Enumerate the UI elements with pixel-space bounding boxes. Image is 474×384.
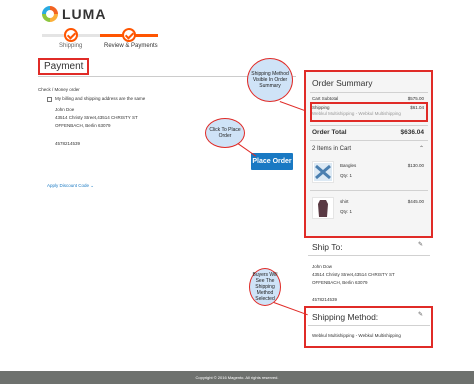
order-total-label: Order Total (312, 129, 347, 136)
edit-pencil-icon[interactable]: ✎ (418, 312, 423, 318)
order-summary-title: Order Summary (312, 78, 373, 88)
same-address-label[interactable]: My billing and shipping address are the … (55, 96, 145, 102)
item-thumbnail-bangles (312, 161, 334, 183)
item-qty: Qty: 1 (340, 173, 353, 178)
total-divider (310, 125, 428, 126)
summary-divider (310, 92, 428, 93)
ship-to-city: OFFENBACH, Berlin 63079 (312, 280, 368, 285)
callout-buyers-see-text: Buyers Will See The Shipping Method Sele… (252, 272, 278, 302)
item-name: shirt (340, 199, 349, 204)
item-name: Bangles (340, 163, 357, 168)
callout-click-place-text: Click To Place Order (209, 127, 241, 139)
payment-method-label[interactable]: Check / Money order (38, 87, 80, 93)
items-count[interactable]: 2 Items in Cart (312, 146, 351, 152)
chevron-up-icon[interactable]: ⌃ (419, 145, 424, 152)
brand-name[interactable]: LUMA (62, 6, 106, 22)
callout-shipping-visible: Shipping Method Visible In Order Summary (247, 58, 293, 102)
ship-to-street: 43514 Christy Street,43514 CHRISTY ST (312, 272, 395, 277)
shipping-method-title: Shipping Method: (312, 312, 379, 322)
place-order-button[interactable]: Place Order (251, 153, 293, 170)
step-shipping-check-icon[interactable] (64, 28, 78, 42)
same-address-checkbox[interactable] (47, 97, 52, 102)
edit-pencil-icon[interactable]: ✎ (418, 242, 423, 248)
luma-logo-icon[interactable] (42, 6, 58, 22)
shipping-value: $61.04 (410, 105, 424, 110)
item-divider (310, 190, 428, 191)
chevron-down-icon[interactable]: ⌄ (90, 183, 94, 188)
shipping-detail: Webkul Multishipping - Webkul Multishipp… (312, 111, 401, 116)
callout-pointer-method (273, 302, 308, 316)
billing-street: 43514 Christy Street,43514 CHRISTY ST (55, 115, 138, 120)
step-review-check-icon (122, 28, 136, 42)
copyright-text: Copyright © 2016 Magento. All rights res… (195, 375, 279, 380)
shipping-method-divider (308, 325, 430, 326)
cart-subtotal-label: Cart Subtotal (312, 96, 339, 101)
shirt-image-icon (313, 198, 333, 218)
item-price: $445.00 (407, 199, 424, 204)
cart-subtotal-value: $575.00 (407, 96, 424, 101)
billing-phone: 4578214539 (55, 141, 81, 146)
ship-to-divider (308, 255, 430, 256)
step-review-label: Review & Payments (104, 43, 158, 49)
shipping-method-value: Webkul Multishipping - Webkul Multishipp… (312, 333, 401, 338)
callout-pointer-place (237, 143, 257, 157)
item-qty: Qty: 1 (340, 209, 353, 214)
callout-buyers-see: Buyers Will See The Shipping Method Sele… (249, 268, 281, 306)
item-price: $130.00 (407, 163, 424, 168)
apply-discount-label[interactable]: Apply Discount Code (47, 183, 89, 188)
step-shipping-label[interactable]: Shipping (59, 43, 82, 49)
shipping-label: Shipping (312, 105, 330, 110)
item-thumbnail-shirt (312, 197, 334, 219)
billing-city: OFFENBACH, Berlin 63079 (55, 123, 111, 128)
billing-name: John Doe (55, 107, 75, 112)
order-total-value: $636.04 (400, 129, 425, 136)
ship-to-name: John Dow (312, 264, 333, 269)
ship-to-title: Ship To: (312, 242, 343, 252)
ship-to-phone: 4578214539 (312, 297, 338, 302)
apply-discount-link[interactable]: Apply Discount Code ⌄ (47, 183, 94, 189)
page-footer: Copyright © 2016 Magento. All rights res… (0, 371, 474, 384)
bangles-image-icon (314, 163, 332, 181)
items-divider (310, 140, 428, 141)
payment-title: Payment (38, 58, 90, 75)
callout-shipping-visible-text: Shipping Method Visible In Order Summary (251, 71, 289, 89)
